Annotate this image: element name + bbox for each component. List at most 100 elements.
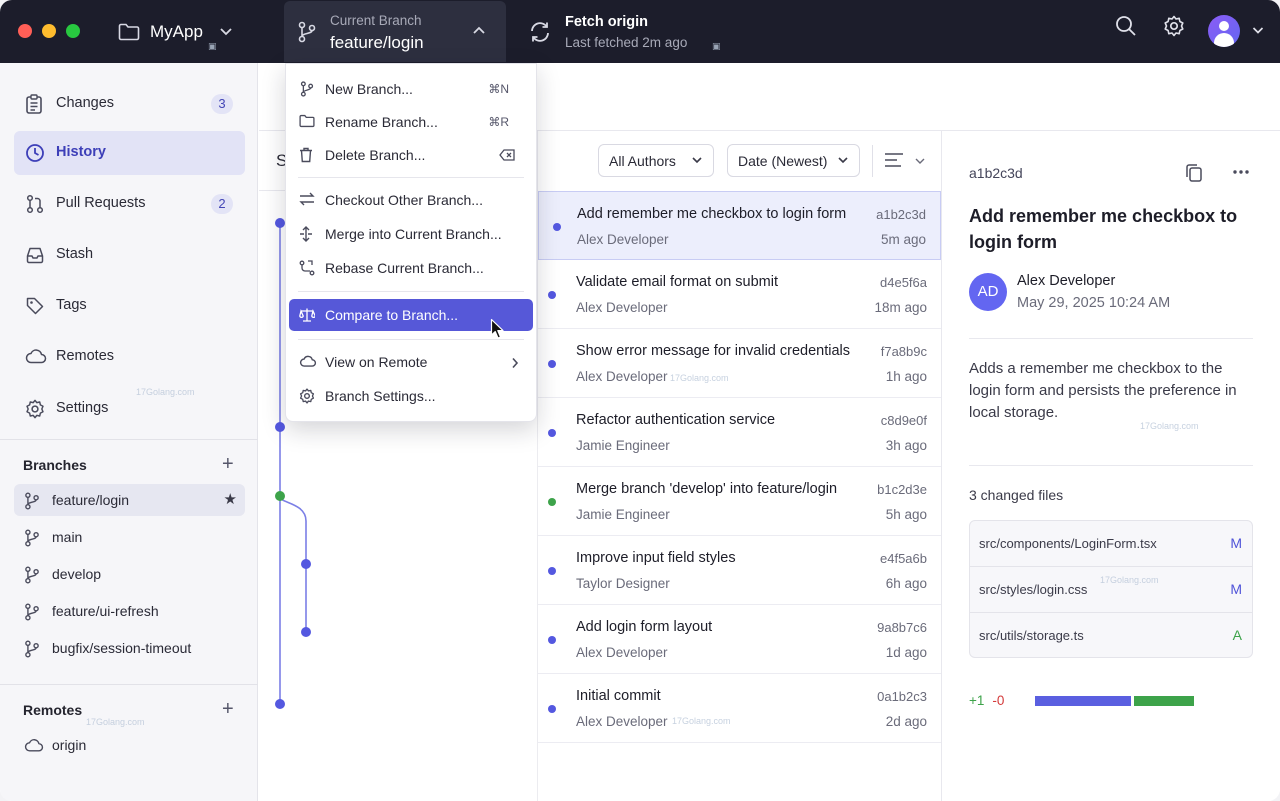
branch-name: develop [52,566,102,582]
divider [969,338,1253,339]
menu-item-rename-branch[interactable]: Rename Branch... ⌘R [289,106,533,138]
date-sort-dropdown[interactable]: Date (Newest) [727,144,860,177]
commit-time: 1d ago [885,645,927,660]
add-remote-button[interactable]: + [222,699,234,719]
branch-item-bugfix-session-timeout[interactable]: bugfix/session-timeout [14,632,245,664]
menu-item-label: View on Remote [325,354,428,370]
star-icon[interactable]: ★ [224,490,237,508]
commit-hash: c8d9e0f [880,413,927,428]
trash-icon [300,147,312,163]
date-sort-value: Date (Newest) [738,153,828,169]
sidebar-item-stash[interactable]: Stash [14,233,245,277]
menu-item-view-on-remote[interactable]: View on Remote [289,346,533,378]
detail-author-name: Alex Developer [1017,273,1116,289]
shortcut-label: ⌘R [488,115,509,129]
branch-item-feature-login[interactable]: feature/login ★ [14,484,245,516]
menu-item-new-branch[interactable]: New Branch... ⌘N [289,73,533,105]
sidebar: Changes 3 History Pull Requests 2 Stash … [0,63,258,801]
authors-filter-value: All Authors [609,153,676,169]
menu-item-label: Checkout Other Branch... [325,192,483,208]
commit-row[interactable]: Show error message for invalid credentia… [538,329,941,398]
commit-time: 1h ago [885,369,927,384]
changed-file-row[interactable]: src/styles/login.css M 17Golang.com [970,567,1252,613]
menu-item-branch-settings[interactable]: Branch Settings... [289,380,533,412]
branch-name: bugfix/session-timeout [52,640,192,656]
menu-item-label: Merge into Current Branch... [325,226,502,242]
sidebar-item-settings[interactable]: Settings [14,387,245,431]
watermark: ▣ [208,41,217,51]
sidebar-item-label: Settings [56,400,109,416]
sidebar-item-remotes[interactable]: Remotes [14,335,245,379]
commit-row[interactable]: Initial commit Alex Developer 0a1b2c3 2d… [538,674,941,743]
commit-row[interactable]: Merge branch 'develop' into feature/logi… [538,467,941,536]
menu-item-rebase-current-branch[interactable]: Rebase Current Branch... [289,252,533,284]
commit-filters: All Authors Date (Newest) [538,131,941,191]
sidebar-item-history[interactable]: History [14,131,245,175]
menu-item-merge-into-current-branch[interactable]: Merge into Current Branch... [289,218,533,250]
menu-item-delete-branch[interactable]: Delete Branch... [289,139,533,171]
commit-author: Alex Developer [576,300,668,315]
branch-item-main[interactable]: main [14,521,245,553]
watermark: 17Golang.com [136,387,195,397]
file-status: M [1230,581,1242,597]
branch-name: main [52,529,83,545]
add-branch-button[interactable]: + [222,454,234,474]
minimize-window-button[interactable] [42,24,56,38]
commit-row[interactable]: Validate email format on submit Alex Dev… [538,260,941,329]
additions-count: +1 [969,693,985,708]
zoom-window-button[interactable] [66,24,80,38]
commit-hash: b1c2d3e [877,482,927,497]
chevron-down-icon[interactable] [1252,26,1264,35]
file-path: src/styles/login.css [979,582,1088,597]
more-options-icon[interactable] [1232,169,1250,175]
commit-dot [548,636,556,644]
branch-name: feature/ui-refresh [52,603,159,619]
divider [0,439,258,440]
changed-file-row[interactable]: src/utils/storage.ts A [970,613,1252,659]
changed-file-row[interactable]: src/components/LoginForm.tsx M [970,521,1252,567]
view-options-button[interactable] [884,151,930,173]
git-branch-icon [300,81,314,97]
close-window-button[interactable] [18,24,32,38]
commit-row[interactable]: Refactor authentication service Jamie En… [538,398,941,467]
git-branch-icon [25,566,39,584]
commit-hash: f7a8b9c [880,344,927,359]
authors-filter-dropdown[interactable]: All Authors [598,144,714,177]
pull-request-icon [26,194,44,214]
commit-hash: 0a1b2c3 [877,689,927,704]
branch-name: feature/login [52,492,130,508]
tag-icon [26,297,44,315]
sidebar-item-tags[interactable]: Tags [14,284,245,328]
sidebar-item-changes[interactable]: Changes 3 [14,82,245,126]
menu-item-label: Rename Branch... [325,114,438,130]
watermark: ▣ [712,41,721,51]
commit-author: Taylor Designer [576,576,670,591]
gear-icon[interactable] [1163,15,1185,37]
copy-icon[interactable] [1185,163,1203,183]
menu-item-label: Branch Settings... [325,388,436,404]
app-window: MyApp Current Branch feature/login Fetch… [0,0,1280,801]
shortcut-label: ⌘N [488,82,509,96]
chevron-down-icon [915,158,925,164]
clock-icon [26,144,44,162]
commit-row[interactable]: Add remember me checkbox to login form A… [538,191,941,260]
diff-stat: +1 -0 [969,693,1004,708]
sidebar-item-pull-requests[interactable]: Pull Requests 2 [14,182,245,226]
commit-row[interactable]: Improve input field styles Taylor Design… [538,536,941,605]
search-icon[interactable] [1115,15,1137,37]
commit-author: Alex Developer [577,232,669,247]
branch-item-feature-ui-refresh[interactable]: feature/ui-refresh [14,595,245,627]
folder-icon [299,114,315,128]
clipboard-icon [26,94,42,114]
branch-menu: New Branch... ⌘N Rename Branch... ⌘R Del… [285,63,537,422]
merge-commit-dot [548,498,556,506]
branch-item-develop[interactable]: develop [14,558,245,590]
menu-item-checkout-other-branch[interactable]: Checkout Other Branch... [289,184,533,216]
user-avatar[interactable] [1208,15,1240,47]
remote-item-origin[interactable]: origin [14,729,245,761]
commit-title: Improve input field styles [576,550,736,566]
commit-title: Add login form layout [576,619,713,635]
cloud-icon [25,349,47,364]
commit-row[interactable]: Add login form layout Alex Developer 9a8… [538,605,941,674]
current-branch-selector[interactable]: Current Branch feature/login [284,1,506,62]
